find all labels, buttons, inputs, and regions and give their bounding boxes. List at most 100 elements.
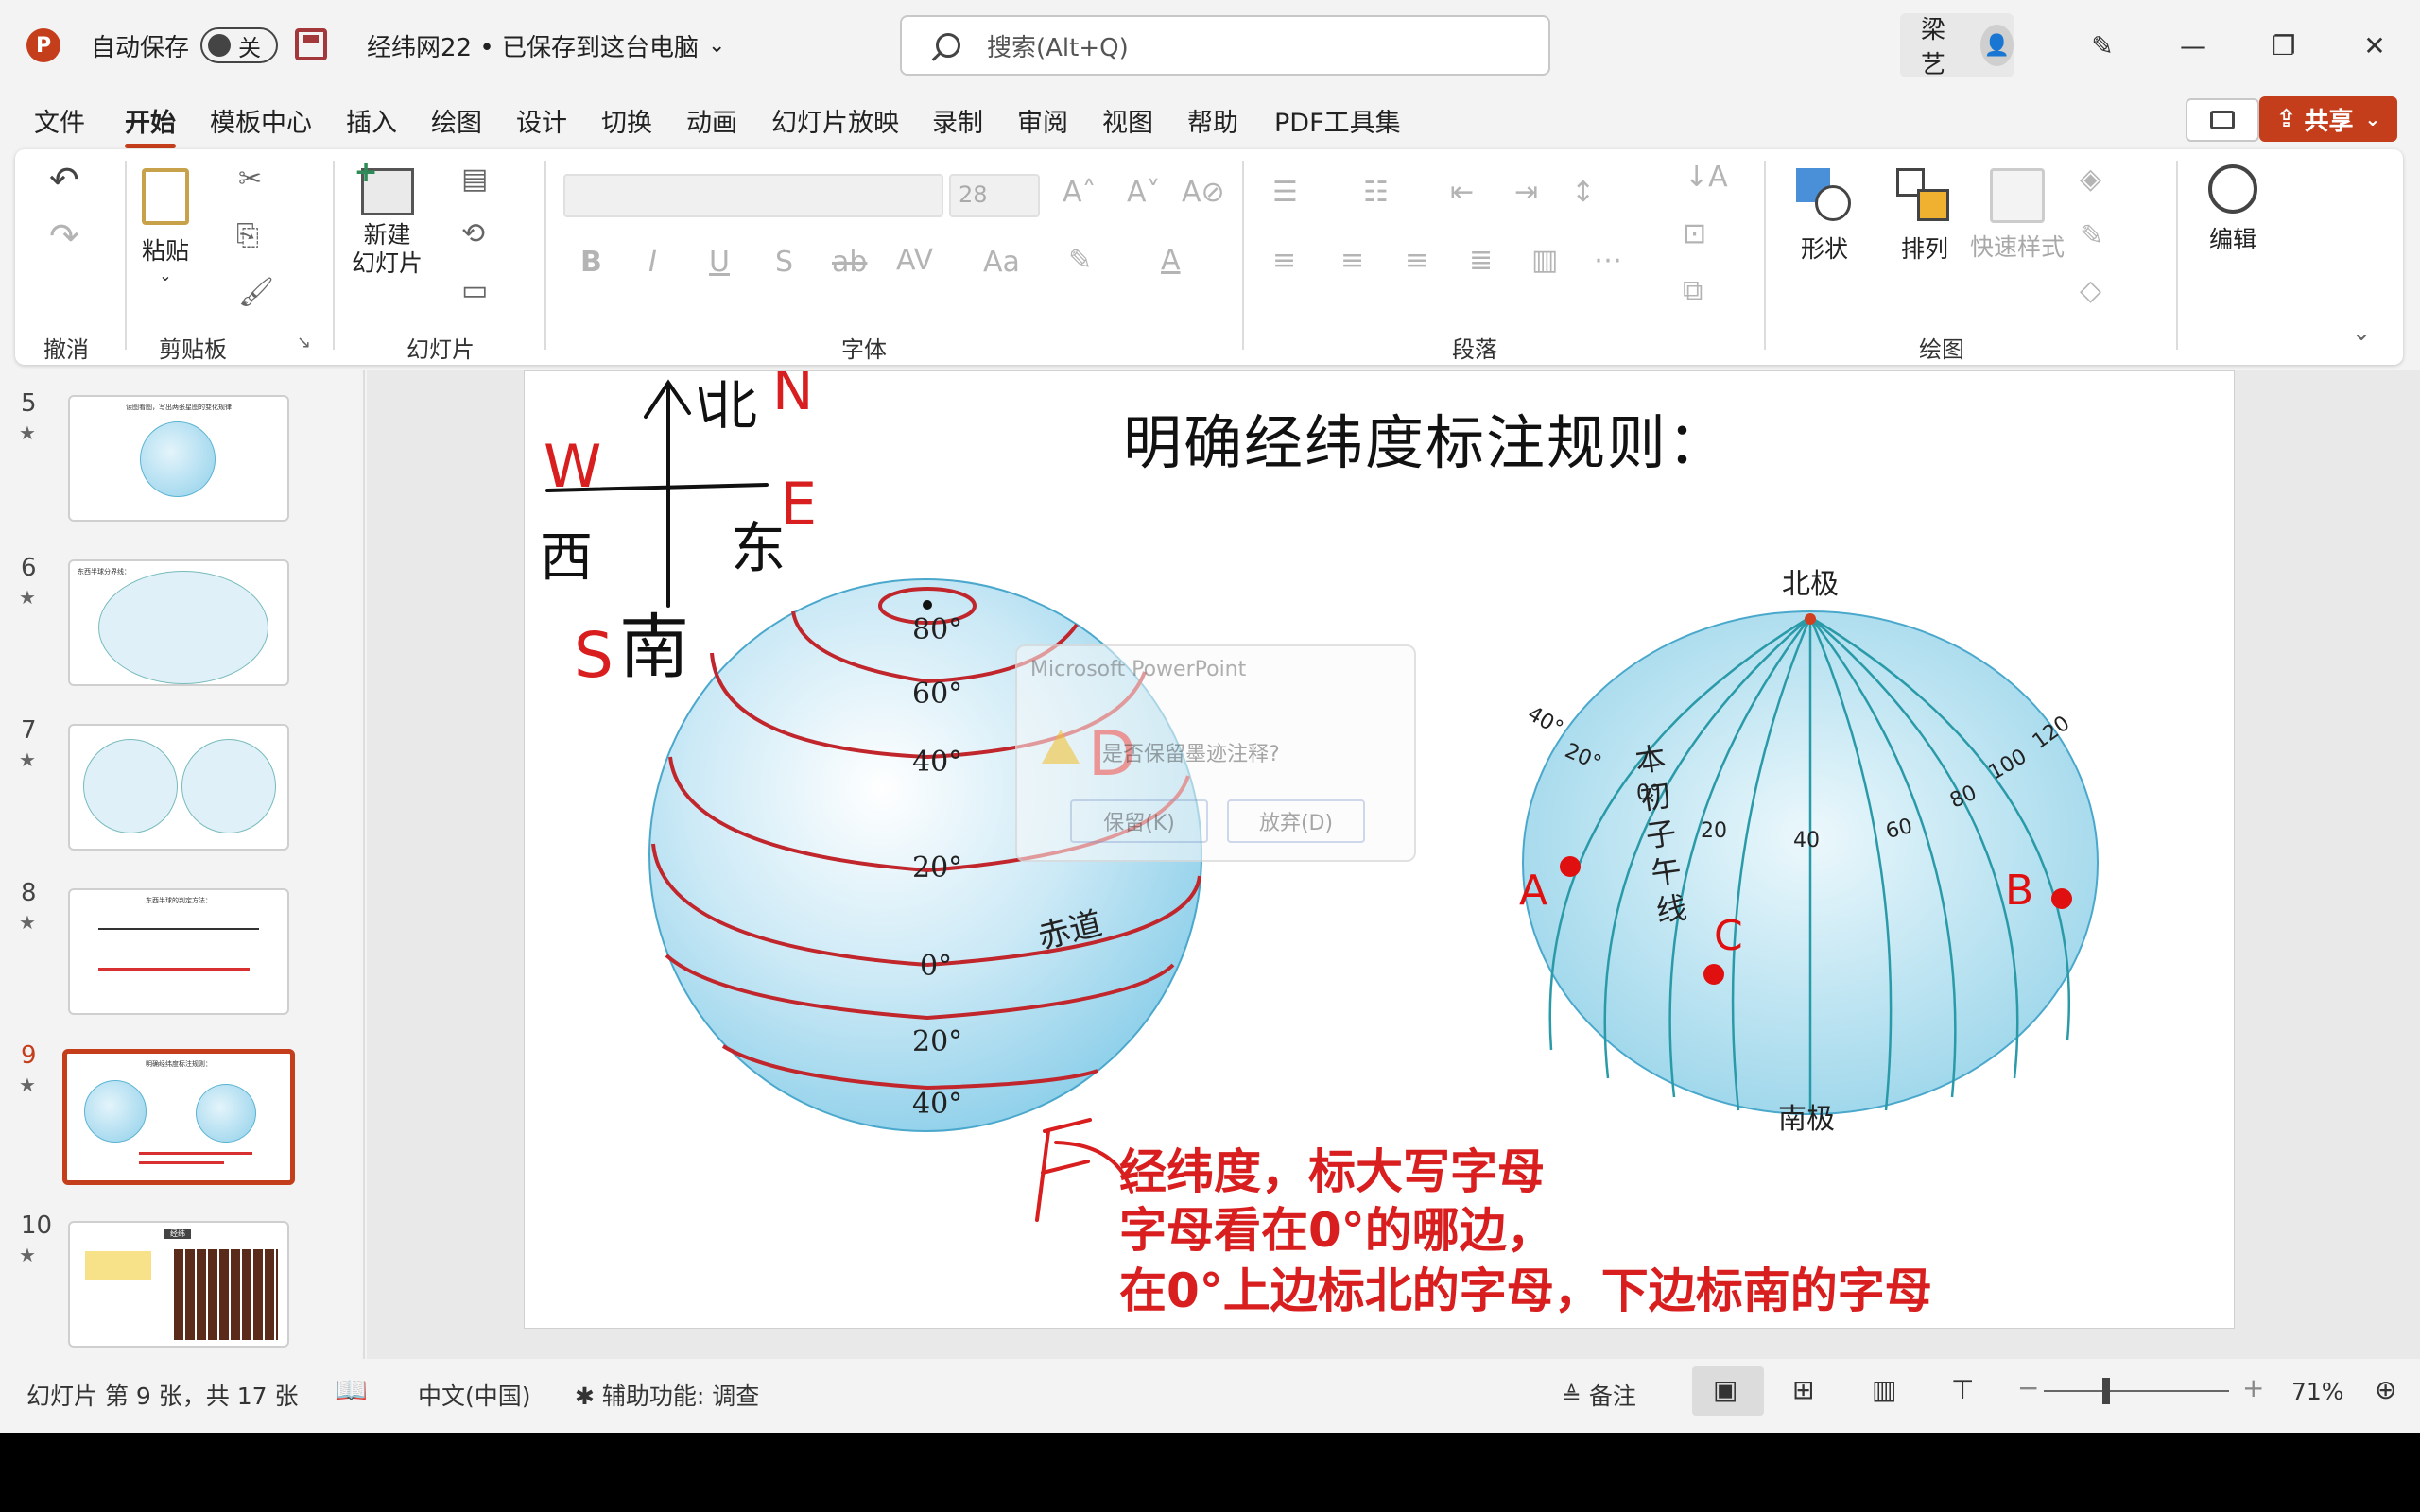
tab-design[interactable]: 设计	[516, 102, 567, 139]
line-spacing-icon[interactable]: ↕	[1571, 176, 1595, 209]
close-button[interactable]: ✕	[2348, 23, 2401, 68]
italic-icon[interactable]: I	[648, 246, 657, 279]
shape-effects-icon[interactable]: ◇	[2080, 274, 2101, 307]
accessibility-status[interactable]: ✱ 辅助功能: 调查	[575, 1378, 759, 1412]
tab-animations[interactable]: 动画	[686, 102, 737, 139]
autosave-toggle[interactable]: 关	[200, 27, 279, 63]
distribute-icon[interactable]: ⋯	[1594, 244, 1622, 277]
clear-format-icon[interactable]: A⊘	[1182, 176, 1225, 209]
share-button[interactable]: ⇪ 共享 ⌄	[2259, 96, 2397, 142]
numbering-icon[interactable]: ☷	[1363, 176, 1389, 209]
zoom-in-icon[interactable]: +	[2242, 1372, 2264, 1403]
tab-view[interactable]: 视图	[1102, 102, 1153, 139]
group-divider	[544, 161, 546, 350]
spelling-icon[interactable]: 📖	[335, 1374, 368, 1405]
notes-button[interactable]: ≜ 备注	[1562, 1378, 1636, 1412]
slide-sorter-icon[interactable]: ⊞	[1792, 1374, 1814, 1405]
bullets-icon[interactable]: ☰	[1272, 176, 1298, 209]
lon-label-40e: 40	[1793, 829, 1820, 852]
section-icon[interactable]: ▭	[461, 274, 488, 307]
redo-icon[interactable]: ↷	[49, 215, 79, 257]
decrease-font-icon[interactable]: A˅	[1127, 176, 1161, 209]
save-ink-dialog[interactable]: Microsoft PowerPoint 是否保留墨迹注释? 保留(K) 放弃(…	[1015, 644, 1416, 862]
align-right-icon[interactable]: ≡	[1405, 244, 1428, 277]
format-painter-icon[interactable]: 🖌	[238, 276, 274, 309]
columns-icon[interactable]: ▥	[1531, 244, 1558, 277]
underline-icon[interactable]: U	[709, 246, 730, 279]
zoom-level[interactable]: 71%	[2291, 1378, 2344, 1405]
normal-view-icon[interactable]: ▣	[1713, 1374, 1737, 1405]
slide-thumbnail-5[interactable]: 读图看图，写出两张星图的变化规律	[68, 395, 289, 522]
bold-icon[interactable]: B	[580, 246, 602, 279]
fit-slide-icon[interactable]: ⊕	[2375, 1374, 2396, 1405]
increase-indent-icon[interactable]: ⇥	[1514, 176, 1538, 209]
user-account-button[interactable]: 梁 艺 👤	[1900, 13, 2014, 79]
keep-button[interactable]: 保留(K)	[1070, 799, 1208, 843]
autosave-control[interactable]: 自动保存 关	[91, 23, 279, 68]
font-color-icon[interactable]: A	[1161, 244, 1181, 277]
tab-transitions[interactable]: 切换	[601, 102, 652, 139]
save-icon[interactable]	[295, 28, 327, 60]
text-direction-icon[interactable]: ↓A	[1685, 161, 1728, 194]
zoom-out-icon[interactable]: −	[2017, 1372, 2039, 1403]
tab-help[interactable]: 帮助	[1187, 102, 1238, 139]
decrease-indent-icon[interactable]: ⇤	[1450, 176, 1474, 209]
zoom-slider-thumb[interactable]	[2102, 1378, 2110, 1404]
tab-home[interactable]: 开始	[125, 102, 176, 148]
change-case-icon[interactable]: Aa	[983, 246, 1020, 279]
tab-draw[interactable]: 绘图	[431, 102, 482, 139]
layout-icon[interactable]: ▤	[461, 163, 488, 196]
highlight-icon[interactable]: ✎	[1068, 244, 1092, 277]
slide-thumbnail-8[interactable]: 东西半球的判定方法：	[68, 888, 289, 1015]
undo-icon[interactable]: ↶	[49, 159, 79, 200]
new-slide-button[interactable]: + 新建 幻灯片	[352, 156, 423, 278]
search-input[interactable]: 搜索(Alt+Q)	[900, 15, 1550, 76]
quick-styles-button[interactable]: 快速样式	[1970, 168, 2065, 263]
pen-icon[interactable]: ✎	[2076, 23, 2129, 68]
tab-insert[interactable]: 插入	[346, 102, 397, 139]
copy-icon[interactable]: ⎘	[236, 219, 259, 252]
reset-icon[interactable]: ⟲	[461, 217, 485, 250]
slideshow-icon[interactable]: ⊤	[1951, 1374, 1974, 1405]
slide-thumbnail-7[interactable]	[68, 724, 289, 850]
tab-templates[interactable]: 模板中心	[210, 102, 312, 139]
slide-thumbnail-9[interactable]: 明确经纬度标注规则：	[62, 1049, 295, 1185]
slide-thumbnail-10[interactable]: 经纬	[68, 1221, 289, 1348]
zoom-slider[interactable]	[2044, 1390, 2229, 1392]
reading-view-icon[interactable]: ▥	[1872, 1374, 1896, 1405]
arrange-button[interactable]: 排列	[1896, 168, 1953, 265]
tab-record[interactable]: 录制	[932, 102, 983, 139]
tab-file[interactable]: 文件	[34, 102, 85, 139]
tab-pdf-tools[interactable]: PDF工具集	[1274, 102, 1401, 139]
char-spacing-icon[interactable]: AV	[896, 244, 933, 277]
document-title[interactable]: 经纬网22 • 已保存到这台电脑 ⌄	[367, 25, 725, 66]
comments-button[interactable]	[2186, 98, 2259, 142]
paste-button[interactable]: 粘贴 ⌄	[142, 168, 189, 284]
slide-counter[interactable]: 幻灯片 第 9 张，共 17 张	[26, 1378, 298, 1412]
strikethrough-icon[interactable]: ab	[832, 246, 867, 279]
minimize-button[interactable]: —	[2167, 23, 2220, 68]
align-center-icon[interactable]: ≡	[1340, 244, 1364, 277]
increase-font-icon[interactable]: A˄	[1063, 176, 1097, 209]
align-left-icon[interactable]: ≡	[1272, 244, 1296, 277]
language-status[interactable]: 中文(中国)	[418, 1378, 531, 1412]
font-size-select[interactable]: 28	[949, 174, 1040, 217]
shape-fill-icon[interactable]: ◈	[2080, 163, 2101, 196]
shape-outline-icon[interactable]: ✎	[2080, 219, 2103, 252]
align-text-icon[interactable]: ⊡	[1683, 217, 1706, 250]
lat-label-40n: 40°	[912, 746, 963, 779]
shadow-icon[interactable]: S	[775, 246, 793, 279]
smartart-icon[interactable]: ⧉	[1683, 274, 1703, 307]
editing-button[interactable]: 编辑	[2208, 164, 2257, 255]
collapse-ribbon-icon[interactable]: ⌄	[2352, 319, 2371, 346]
cut-icon[interactable]: ✂	[238, 163, 262, 196]
shapes-button[interactable]: 形状	[1796, 168, 1853, 265]
tab-review[interactable]: 审阅	[1017, 102, 1068, 139]
slide-thumbnail-6[interactable]: 东西半球分界线：	[68, 559, 289, 686]
font-family-select[interactable]	[563, 174, 943, 217]
dialog-launcher-icon[interactable]: ↘	[297, 333, 311, 352]
justify-icon[interactable]: ≣	[1469, 244, 1493, 277]
discard-button[interactable]: 放弃(D)	[1227, 799, 1365, 843]
restore-button[interactable]: ❐	[2257, 23, 2310, 68]
tab-slideshow[interactable]: 幻灯片放映	[771, 102, 899, 139]
